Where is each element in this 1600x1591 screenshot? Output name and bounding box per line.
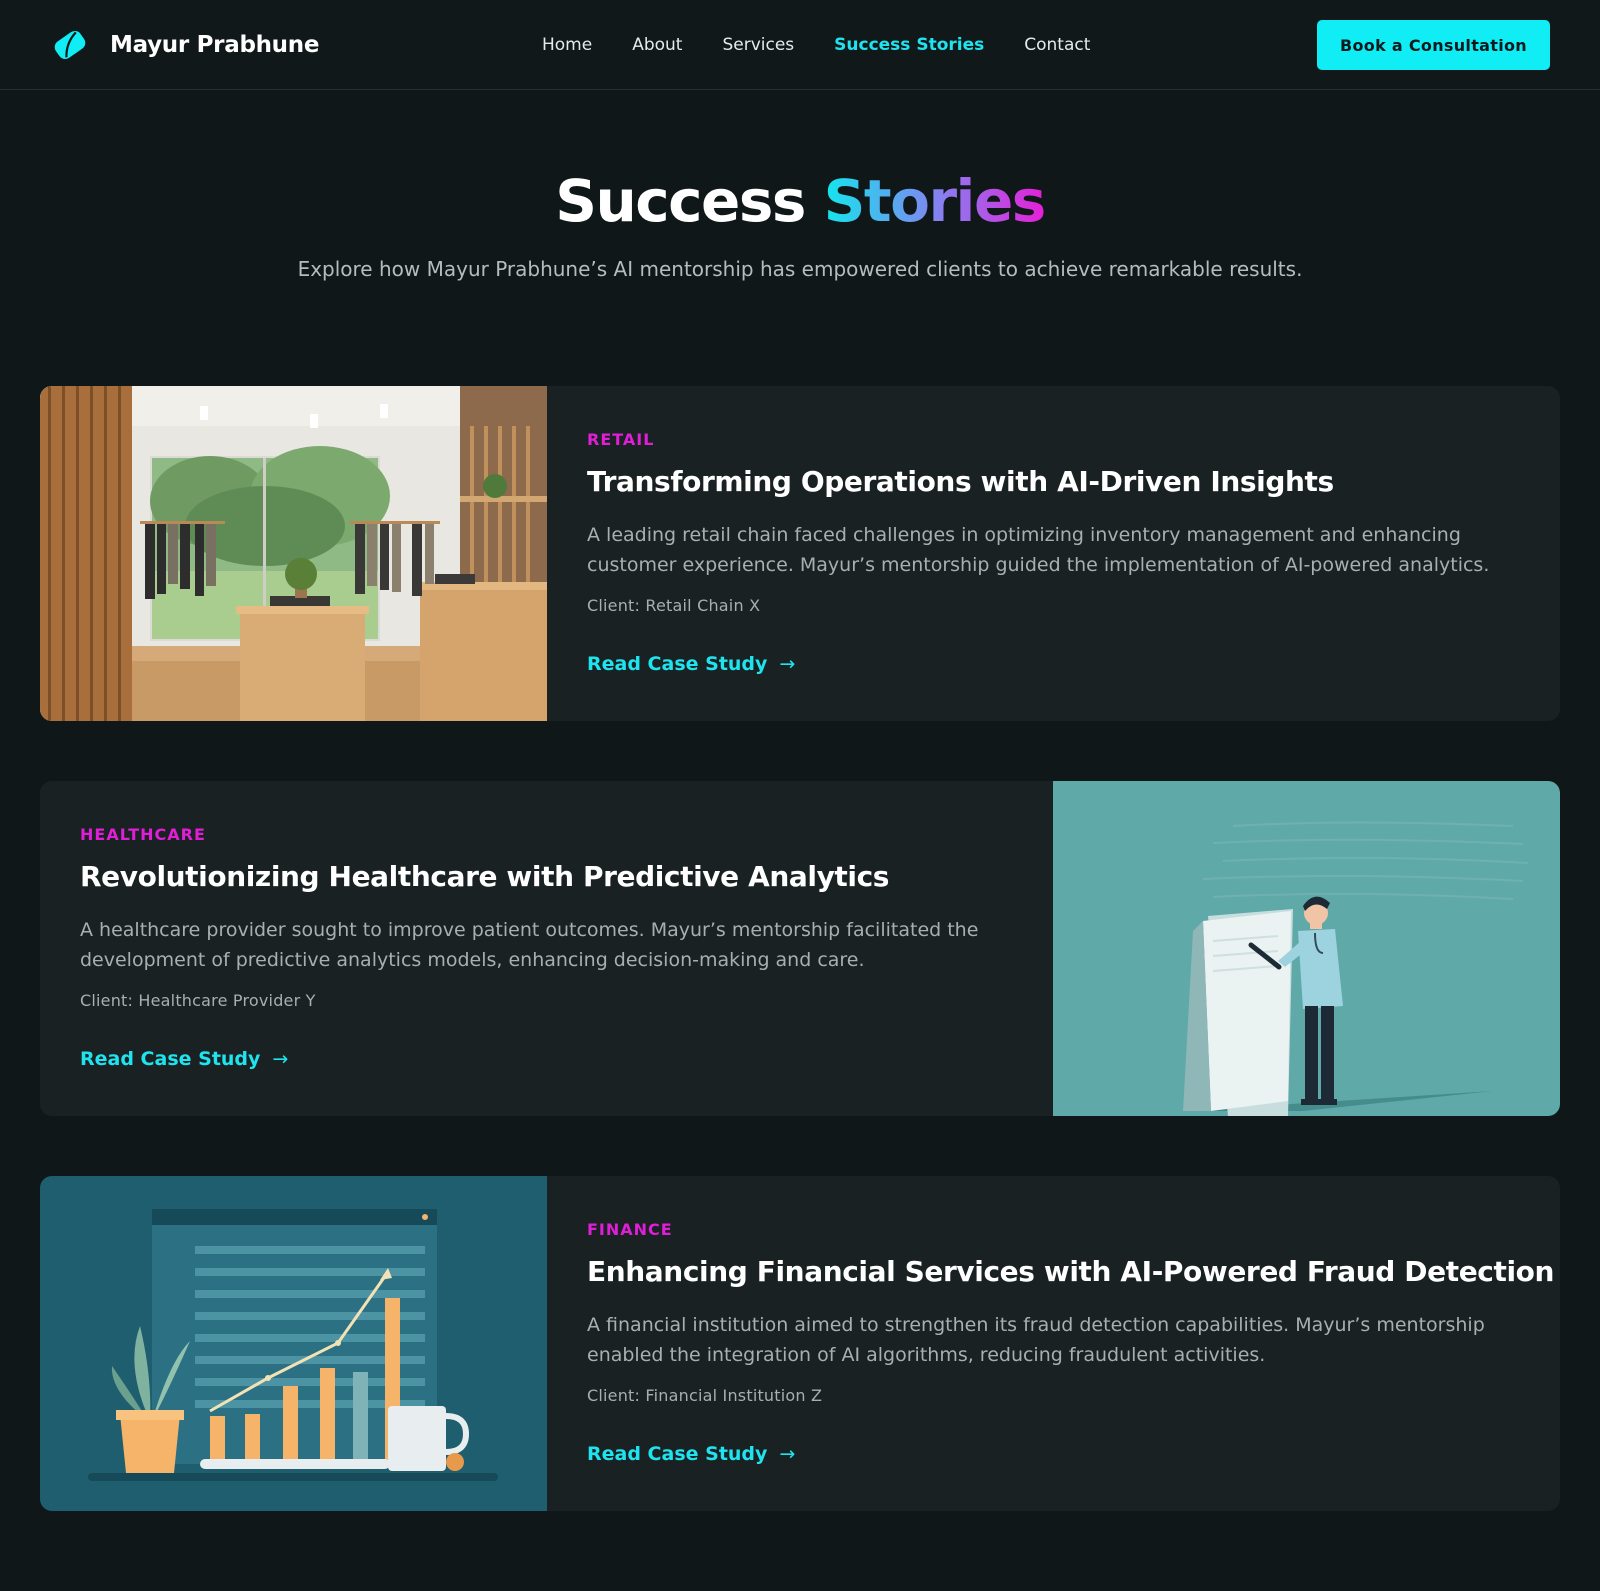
nav-services[interactable]: Services — [722, 35, 794, 55]
story-title: Enhancing Financial Services with AI-Pow… — [587, 1255, 1555, 1288]
read-case-study-link-retail[interactable]: Read Case Study → — [587, 650, 795, 678]
finance-chart-illustration-image — [40, 1176, 547, 1511]
read-case-study-label: Read Case Study — [587, 1443, 768, 1465]
healthcare-story-content: HEALTHCARE Revolutionizing Healthcare wi… — [80, 781, 1040, 1116]
page-title: Success Stories — [0, 165, 1600, 237]
page-title-part2: Stories — [823, 167, 1047, 235]
book-consultation-button[interactable]: Book a Consultation — [1317, 20, 1550, 70]
story-description: A financial institution aimed to strengt… — [587, 1314, 1485, 1366]
story-tag: HEALTHCARE — [80, 825, 206, 844]
story-description: A healthcare provider sought to improve … — [80, 919, 979, 971]
story-card-retail: RETAIL Transforming Operations with AI-D… — [40, 386, 1560, 721]
nav-home[interactable]: Home — [542, 35, 592, 55]
story-client: Client: Financial Institution Z — [587, 1386, 823, 1405]
site-header: Mayur Prabhune Home About Services Succe… — [0, 0, 1600, 90]
story-client: Client: Healthcare Provider Y — [80, 991, 316, 1010]
brand-name: Mayur Prabhune — [110, 32, 320, 58]
story-card-finance: FINANCE Enhancing Financial Services wit… — [40, 1176, 1560, 1511]
arrow-right-icon: → — [779, 1443, 796, 1465]
tilted-tag-logo-icon — [52, 27, 88, 63]
retail-story-content: RETAIL Transforming Operations with AI-D… — [587, 386, 1547, 721]
nav-contact[interactable]: Contact — [1024, 35, 1090, 55]
page-title-part1: Success — [555, 167, 806, 235]
read-case-study-label: Read Case Study — [80, 1048, 261, 1070]
read-case-study-label: Read Case Study — [587, 653, 768, 675]
story-card-healthcare: HEALTHCARE Revolutionizing Healthcare wi… — [40, 781, 1560, 1116]
read-case-study-link-healthcare[interactable]: Read Case Study → — [80, 1045, 288, 1073]
retail-store-image — [40, 386, 547, 721]
doctor-illustration-image — [1053, 781, 1560, 1116]
story-title: Revolutionizing Healthcare with Predicti… — [80, 860, 890, 893]
story-description: A leading retail chain faced challenges … — [587, 524, 1490, 576]
page-subtitle: Explore how Mayur Prabhune’s AI mentorsh… — [297, 257, 1303, 281]
arrow-right-icon: → — [779, 653, 796, 675]
nav-success-stories[interactable]: Success Stories — [834, 35, 984, 55]
story-title: Transforming Operations with AI-Driven I… — [587, 465, 1334, 498]
read-case-study-link-finance[interactable]: Read Case Study → — [587, 1440, 795, 1468]
arrow-right-icon: → — [272, 1048, 289, 1070]
brand[interactable]: Mayur Prabhune — [52, 27, 319, 63]
story-tag: FINANCE — [587, 1220, 673, 1239]
main-nav: Home About Services Success Stories Cont… — [542, 33, 1130, 57]
finance-story-content: FINANCE Enhancing Financial Services wit… — [587, 1176, 1554, 1511]
nav-about[interactable]: About — [632, 35, 682, 55]
story-tag: RETAIL — [587, 430, 655, 449]
story-client: Client: Retail Chain X — [587, 596, 761, 615]
